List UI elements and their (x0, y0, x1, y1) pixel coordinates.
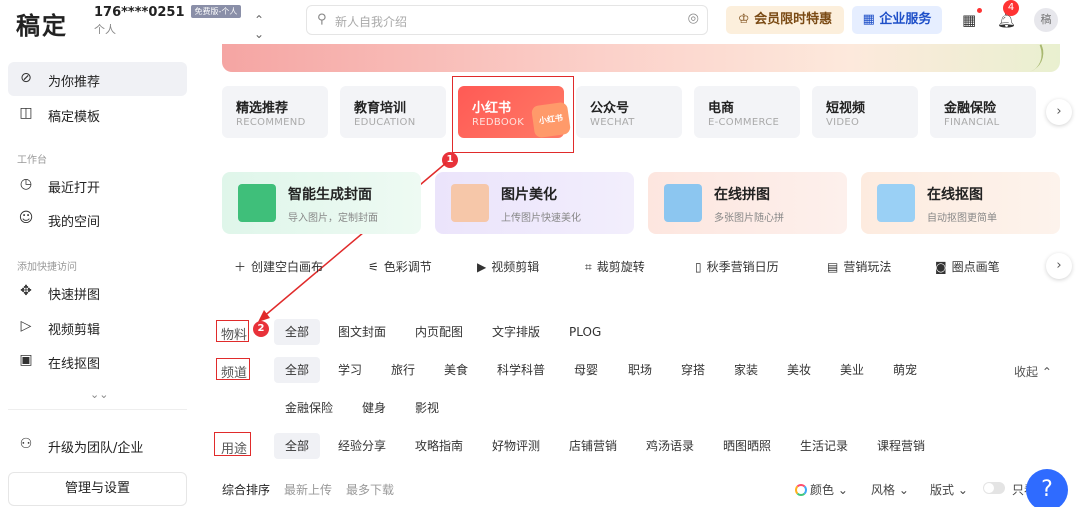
tool-label: 圈点画笔 (951, 260, 1000, 274)
tool-video-edit[interactable]: ▶ 视频剪辑 (477, 258, 539, 275)
tool-autumn-calendar[interactable]: ▯ 秋季营销日历 (695, 258, 779, 275)
style-label: 风格 (871, 483, 896, 497)
chip-usage-all[interactable]: 全部 (274, 433, 321, 459)
tool-marketing[interactable]: ▤ 营销玩法 (827, 258, 891, 275)
chip-channel[interactable]: 美妆 (776, 357, 822, 383)
beautify-thumbnail (451, 184, 489, 222)
chip-usage[interactable]: 生活记录 (789, 433, 859, 459)
color-label: 颜色 (810, 483, 835, 497)
layout-filter-dropdown[interactable]: 版式 ⌄ (930, 481, 968, 498)
sliders-icon: ⚟ (368, 260, 379, 274)
chip-channel[interactable]: 学习 (327, 357, 373, 383)
chip-channel[interactable]: 家装 (723, 357, 769, 383)
feature-ai-cover[interactable]: 智能生成封面 导入图片，定制封面 (222, 172, 421, 234)
chip-channel[interactable]: 母婴 (563, 357, 609, 383)
pen-icon: ◙ (935, 260, 947, 274)
chip-channel[interactable]: 穿搭 (670, 357, 716, 383)
collapse-label: 收起 (1014, 365, 1039, 379)
chip-material[interactable]: PLOG (558, 319, 612, 345)
feature-subtitle: 导入图片，定制封面 (288, 213, 378, 224)
sort-most-downloaded[interactable]: 最多下载 (346, 481, 394, 498)
board-icon: ▤ (827, 260, 839, 274)
chip-usage[interactable]: 晒图晒照 (712, 433, 782, 459)
chevron-down-icon: ⌄ (957, 483, 968, 497)
tools-next-chevron-icon[interactable]: › (1046, 253, 1072, 279)
tool-color-adjust[interactable]: ⚟ 色彩调节 (368, 258, 432, 275)
collapse-button[interactable]: 收起 ⌃ (1014, 363, 1052, 380)
quick-tools-bar: ＋创建空白画布 ⚟ 色彩调节 ▶ 视频剪辑 ⌗ 裁剪旋转 ▯ 秋季营销日历 ▤ 营销玩法 … (222, 256, 1042, 278)
chip-usage[interactable]: 经验分享 (327, 433, 397, 459)
chip-usage[interactable]: 课程营销 (866, 433, 936, 459)
chip-usage[interactable]: 好物评测 (481, 433, 551, 459)
ai-cover-thumbnail (238, 184, 276, 222)
feature-collage[interactable]: 在线拼图 多张图片随心拼 (648, 172, 847, 234)
chevron-up-icon: ⌃ (1041, 365, 1052, 379)
highlight-box-usage (214, 432, 251, 456)
step-badge-2: 2 (253, 321, 269, 337)
chip-channel[interactable]: 金融保险 (274, 395, 344, 421)
toggle-knob (984, 483, 994, 493)
chip-channel[interactable]: 美食 (433, 357, 479, 383)
feature-subtitle: 上传图片快速美化 (501, 213, 581, 224)
chip-material[interactable]: 图文封面 (327, 319, 397, 345)
sort-newest[interactable]: 最新上传 (284, 481, 332, 498)
feature-title: 智能生成封面 (288, 187, 372, 203)
sort-default[interactable]: 综合排序 (222, 481, 270, 498)
chip-usage[interactable]: 鸡汤语录 (635, 433, 705, 459)
tool-crop-rotate[interactable]: ⌗ 裁剪旋转 (585, 258, 645, 275)
chip-channel[interactable]: 健身 (351, 395, 397, 421)
chip-channel[interactable]: 影视 (404, 395, 450, 421)
only-toggle[interactable] (983, 482, 1005, 494)
highlight-box-channel (216, 358, 250, 380)
chip-material-all[interactable]: 全部 (274, 319, 321, 345)
tool-label: 色彩调节 (383, 260, 432, 274)
help-button[interactable]: ? (1026, 469, 1068, 507)
tool-label: 秋季营销日历 (706, 260, 779, 274)
feature-title: 图片美化 (501, 187, 557, 203)
chip-material[interactable]: 内页配图 (404, 319, 474, 345)
tool-label: 创建空白画布 (251, 260, 324, 274)
video-icon: ▶ (477, 260, 487, 274)
chip-channel[interactable]: 旅行 (380, 357, 426, 383)
chip-usage[interactable]: 攻略指南 (404, 433, 474, 459)
tool-pen[interactable]: ◙ 圈点画笔 (935, 258, 1000, 275)
collage-thumbnail (664, 184, 702, 222)
layout-label: 版式 (930, 483, 955, 497)
feature-subtitle: 多张图片随心拼 (714, 213, 784, 224)
cutout-thumbnail (877, 184, 915, 222)
feature-title: 在线拼图 (714, 187, 770, 203)
feature-photo-beautify[interactable]: 图片美化 上传图片快速美化 (435, 172, 634, 234)
tool-label: 视频剪辑 (491, 260, 540, 274)
chip-usage[interactable]: 店铺营销 (558, 433, 628, 459)
color-filter-dropdown[interactable]: 颜色 ⌄ (795, 481, 848, 498)
annotation-arrow (258, 162, 447, 322)
feature-subtitle: 自动抠图更简单 (927, 213, 997, 224)
tool-label: 裁剪旋转 (596, 260, 645, 274)
tool-label: 营销玩法 (843, 260, 892, 274)
chip-channel-all[interactable]: 全部 (274, 357, 321, 383)
chip-channel[interactable]: 美业 (829, 357, 875, 383)
chip-channel[interactable]: 职场 (617, 357, 663, 383)
chevron-down-icon: ⌄ (837, 483, 848, 497)
chip-channel[interactable]: 科学科普 (486, 357, 556, 383)
feature-title: 在线抠图 (927, 187, 983, 203)
calendar-icon: ▯ (695, 260, 702, 274)
chip-material[interactable]: 文字排版 (481, 319, 551, 345)
chip-channel[interactable]: 萌宠 (882, 357, 928, 383)
chevron-down-icon: ⌄ (898, 483, 909, 497)
highlight-box-material (216, 320, 249, 342)
style-filter-dropdown[interactable]: 风格 ⌄ (871, 481, 909, 498)
tool-blank-canvas[interactable]: ＋ 创建空白画布 (234, 258, 323, 275)
color-wheel-icon (795, 484, 807, 496)
plus-icon: ＋ (234, 260, 247, 274)
feature-cutout[interactable]: 在线抠图 自动抠图更简单 (861, 172, 1060, 234)
crop-icon: ⌗ (585, 260, 592, 274)
